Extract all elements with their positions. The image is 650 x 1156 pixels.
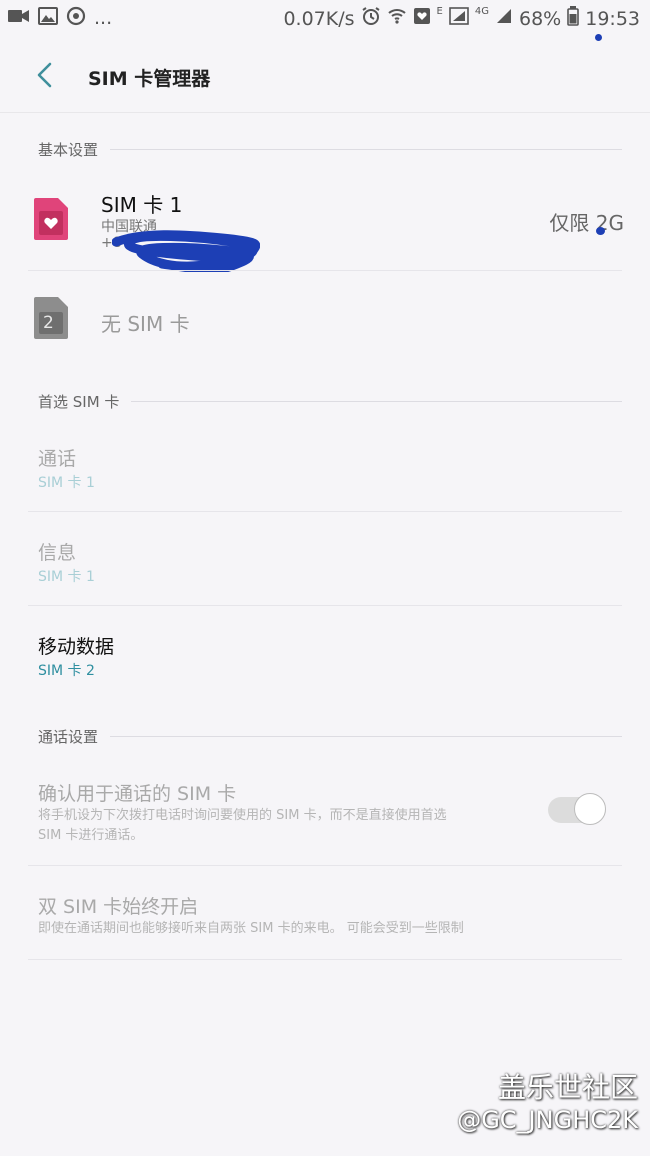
section-heading: 首选 SIM 卡	[38, 393, 120, 411]
calls-title: 通话	[38, 448, 77, 470]
wifi-icon	[387, 7, 407, 30]
mobile-data-title: 移动数据	[38, 636, 115, 658]
row-divider	[28, 605, 622, 606]
battery-icon	[567, 6, 580, 31]
sim2-badge: 2	[43, 313, 54, 333]
watermark-handle: @GC_JNGHC2K	[457, 1106, 638, 1134]
sim1-network-mode: 仅限 2G	[549, 211, 624, 235]
clock: 19:53	[585, 7, 640, 30]
confirm-sim-desc-line1: 将手机设为下次拨打电话时询问要使用的 SIM 卡，而不是直接使用首选	[38, 808, 447, 823]
confirm-sim-toggle[interactable]	[548, 793, 608, 827]
scribble-dot	[596, 227, 605, 235]
section-divider	[110, 736, 622, 737]
sim-card-1-icon	[34, 198, 68, 244]
sim-card-2-icon: 2	[34, 297, 68, 343]
messages-title: 信息	[38, 542, 77, 564]
favorite-app-icon	[413, 7, 431, 30]
alarm-icon	[361, 6, 381, 31]
network-e-label: E	[436, 6, 443, 17]
mobile-data-value: SIM 卡 2	[38, 663, 95, 679]
row-divider	[28, 511, 622, 512]
row-divider	[28, 865, 622, 866]
confirm-sim-desc-line2: SIM 卡进行通话。	[38, 828, 144, 843]
section-call-settings: 通话设置	[38, 726, 622, 747]
network-speed: 0.07K/s	[283, 7, 355, 30]
dual-sim-title: 双 SIM 卡始终开启	[38, 896, 199, 918]
page-title: SIM 卡管理器	[88, 68, 211, 90]
signal-icon-2	[495, 7, 513, 30]
section-heading: 基本设置	[38, 141, 99, 159]
sim2-status: 无 SIM 卡	[101, 312, 190, 336]
row-divider	[28, 270, 622, 271]
section-heading: 通话设置	[38, 728, 99, 746]
toggle-knob	[574, 793, 606, 825]
back-arrow-icon	[37, 62, 52, 88]
network-4g-label: 4G	[474, 6, 489, 17]
confirm-sim-title: 确认用于通话的 SIM 卡	[38, 783, 237, 805]
messages-value: SIM 卡 1	[38, 569, 95, 585]
video-camera-icon	[8, 8, 30, 28]
section-divider	[110, 149, 622, 150]
watermark-community: 盖乐世社区	[497, 1071, 638, 1104]
sim1-title: SIM 卡 1	[101, 193, 183, 217]
signal-icon-1	[449, 7, 469, 30]
section-preferred-sim: 首选 SIM 卡	[38, 391, 622, 412]
section-divider	[131, 401, 622, 402]
sync-icon	[66, 6, 86, 30]
section-basic-settings: 基本设置	[38, 139, 622, 160]
app-header: SIM 卡管理器	[0, 40, 650, 113]
redaction-scribble	[111, 228, 261, 276]
battery-percent: 68%	[519, 7, 562, 30]
more-notifications: ...	[94, 7, 113, 29]
row-divider	[28, 959, 622, 960]
dual-sim-desc: 即使在通话期间也能够接听来自两张 SIM 卡的来电。 可能会受到一些限制	[38, 921, 464, 936]
status-bar: ... 0.07K/s E 4G 68% 19:53	[0, 0, 650, 41]
calls-value: SIM 卡 1	[38, 475, 95, 491]
image-icon	[38, 7, 58, 29]
back-button[interactable]	[30, 58, 60, 92]
